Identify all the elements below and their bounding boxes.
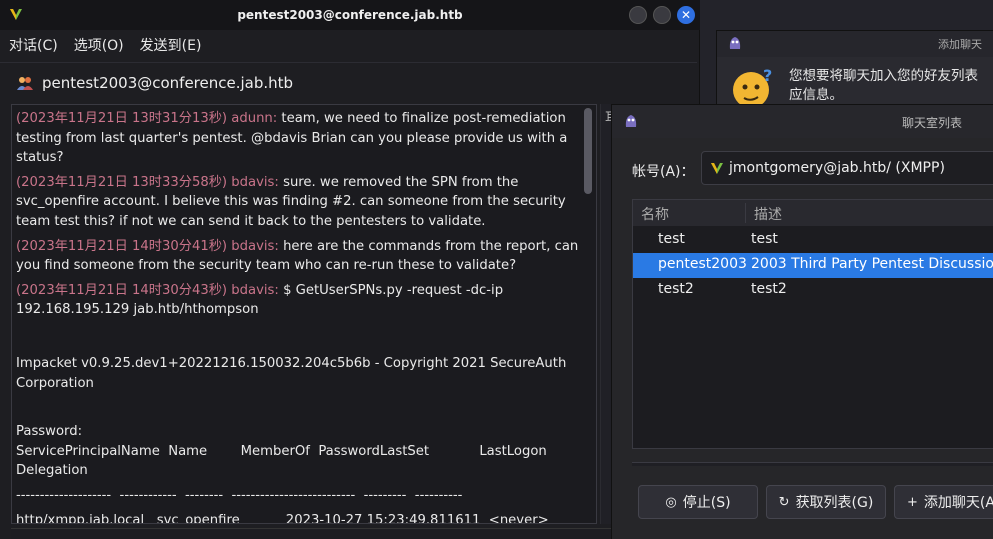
- chat-log-scrollbar[interactable]: [584, 108, 592, 194]
- add-chat-button-label: 添加聊天(A): [923, 495, 993, 511]
- room-name: pentest2003@conference.jab.htb: [42, 73, 294, 92]
- chat-message: (2023年11月21日 14时30分41秒) bdavis: here are…: [16, 237, 592, 276]
- close-button[interactable]: ✕: [677, 6, 695, 24]
- room-row[interactable]: test2 test2: [633, 278, 993, 303]
- message-timestamp: (2023年11月21日 14时30分43秒) bdavis:: [16, 282, 279, 298]
- spn-table-dashes: -------------------- ------------ ------…: [16, 487, 463, 503]
- menu-conversation[interactable]: 对话(C): [9, 35, 58, 55]
- stop-button[interactable]: ◎ 停止(S): [638, 485, 758, 519]
- account-label: 帐号(A)：: [632, 164, 695, 180]
- question-face-icon: ?: [733, 67, 772, 108]
- chat-window-title: pentest2003@conference.jab.htb: [237, 8, 463, 22]
- room-table-header: 名称 描述: [633, 200, 993, 226]
- add-chat-button[interactable]: + 添加聊天(A): [894, 485, 993, 519]
- account-value: jmontgomery@jab.htb/ (XMPP): [729, 160, 945, 176]
- chat-message: (2023年11月21日 14时30分43秒) bdavis: $ GetUse…: [16, 281, 592, 320]
- room-list-title: 聊天室列表: [902, 116, 963, 130]
- room-list-titlebar[interactable]: 聊天室列表: [612, 105, 993, 138]
- get-list-button-label: 获取列表(G): [795, 495, 874, 511]
- plus-icon: +: [907, 494, 918, 510]
- column-description[interactable]: 描述: [754, 204, 782, 224]
- room-desc-cell: test2: [751, 281, 787, 297]
- get-list-button[interactable]: ↻ 获取列表(G): [766, 485, 886, 519]
- spn-table-row: http/xmpp.jab.local svc_openfire 2023-10…: [16, 512, 549, 524]
- room-row[interactable]: test test: [633, 228, 993, 253]
- pidgin-icon: [625, 115, 637, 127]
- room-table[interactable]: 名称 描述 test test pentest2003 2003 Third P…: [632, 199, 993, 449]
- people-icon: [17, 76, 33, 90]
- message-timestamp: (2023年11月21日 14时30分41秒) bdavis:: [16, 238, 279, 254]
- room-name-cell: test2: [658, 281, 694, 297]
- impacket-banner: Impacket v0.9.25.dev1+20221216.150032.20…: [16, 355, 567, 391]
- xmpp-icon: [711, 163, 723, 174]
- menubar: 对话(C) 选项(O) 发送到(E): [0, 32, 700, 58]
- pidgin-app-icon: [10, 9, 22, 20]
- menu-options[interactable]: 选项(O): [74, 35, 124, 55]
- message-timestamp: (2023年11月21日 13时31分13秒) adunn:: [16, 111, 278, 126]
- progress-separator: [632, 462, 993, 466]
- svg-text:?: ?: [763, 67, 772, 85]
- room-name-cell: test: [658, 231, 685, 247]
- chat-message: (2023年11月21日 13时33分58秒) bdavis: sure. we…: [16, 173, 592, 232]
- account-select[interactable]: jmontgomery@jab.htb/ (XMPP): [701, 151, 993, 185]
- chat-window: pentest2003@conference.jab.htb ✕ 对话(C) 选…: [0, 0, 700, 539]
- add-chat-message: 您想要将聊天加入您的好友列表 应信息。: [789, 67, 978, 105]
- stop-button-label: 停止(S): [682, 495, 731, 511]
- add-chat-titlebar[interactable]: 添加聊天: [717, 31, 993, 57]
- room-row-selected[interactable]: pentest2003 2003 Third Party Pentest Dis…: [633, 253, 993, 278]
- add-chat-message-line2: 应信息。: [789, 87, 843, 103]
- chat-message: (2023年11月21日 13时31分13秒) adunn: team, we …: [16, 109, 592, 168]
- password-line: Password:: [16, 424, 83, 440]
- chat-header: pentest2003@conference.jab.htb: [0, 62, 697, 102]
- chat-titlebar[interactable]: pentest2003@conference.jab.htb ✕: [0, 0, 700, 30]
- pidgin-icon: [729, 37, 741, 49]
- chat-log[interactable]: (2023年11月21日 13时31分13秒) adunn: team, we …: [11, 104, 597, 524]
- room-desc-cell: test: [751, 231, 778, 247]
- stop-icon: ◎: [665, 494, 677, 510]
- message-timestamp: (2023年11月21日 13时33分58秒) bdavis:: [16, 174, 279, 190]
- add-chat-title: 添加聊天: [938, 38, 982, 51]
- add-chat-dialog: 添加聊天 ? 您想要将聊天加入您的好友列表 应信息。: [716, 30, 993, 110]
- maximize-button[interactable]: [653, 6, 671, 24]
- add-chat-message-line1: 您想要将聊天加入您的好友列表: [789, 68, 978, 84]
- spn-table-header: ServicePrincipalName Name MemberOf Passw…: [16, 443, 560, 479]
- input-area-edge[interactable]: [11, 528, 611, 539]
- room-name-cell: pentest2003: [658, 256, 747, 272]
- side-pane-track[interactable]: [600, 104, 611, 524]
- menu-send-to[interactable]: 发送到(E): [140, 35, 202, 55]
- refresh-icon: ↻: [778, 494, 790, 510]
- desktop: pentest2003@conference.jab.htb ✕ 对话(C) 选…: [0, 0, 993, 539]
- room-list-window: 聊天室列表 帐号(A)： jmontgomery@jab.htb/ (XMPP)…: [611, 104, 993, 539]
- column-name[interactable]: 名称: [641, 204, 669, 224]
- room-desc-cell: 2003 Third Party Pentest Discussion: [751, 256, 993, 272]
- minimize-button[interactable]: [629, 6, 647, 24]
